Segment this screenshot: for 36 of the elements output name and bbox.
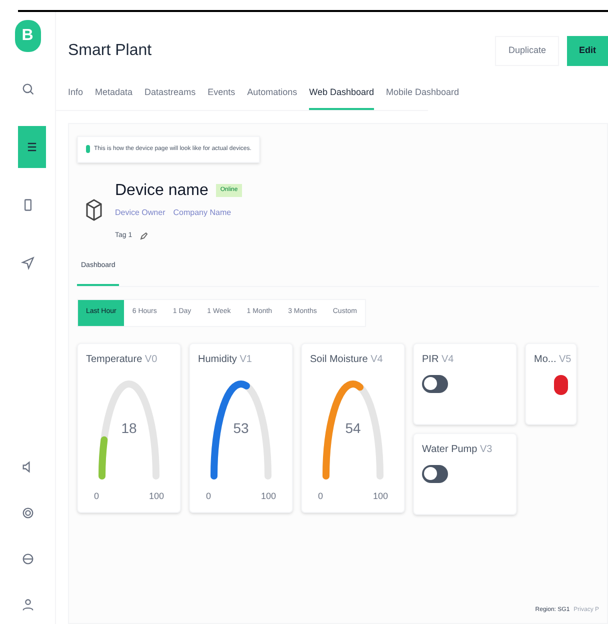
gauge-value: 53 [233,419,249,438]
gauge-value: 54 [345,419,361,438]
tab[interactable]: Web Dashboard [309,86,374,110]
gauge-min: 0 [318,490,324,503]
tab[interactable]: Mobile Dashboard [386,86,460,110]
company-link[interactable]: Company Name [173,206,232,218]
edit-icon[interactable] [140,232,148,240]
user-icon[interactable] [20,598,34,612]
gauge-min: 0 [206,490,212,503]
tab[interactable]: Info [68,86,84,110]
gauge-value: 18 [121,419,137,438]
cube-icon [85,198,103,221]
send-icon[interactable] [20,256,34,270]
device-name: Device name [115,180,208,200]
tab[interactable]: Automations [247,86,298,110]
duplicate-button[interactable]: Duplicate [495,36,559,66]
widget-title: Soil Moisture V4 [310,352,384,366]
edit-button[interactable]: Edit [567,36,608,66]
tab[interactable]: Datastreams [144,86,196,110]
gauge-min: 0 [94,490,100,503]
toggle-switch[interactable] [422,464,448,482]
search-icon[interactable] [20,82,34,96]
widget-title: Humidity V1 [198,352,253,366]
gauge-max: 100 [372,490,388,503]
widget-title: Water Pump V3 [422,442,494,456]
gauge-max: 100 [148,490,164,503]
toggle-switch[interactable] [422,374,448,392]
tab[interactable]: Metadata [95,86,133,110]
sidebar-item[interactable] [18,126,46,168]
page-title: Smart Plant [68,41,152,61]
tab[interactable]: Events [208,86,236,110]
owner-link[interactable]: Device Owner [115,206,166,218]
widget-title: Temperature V0 [86,352,158,366]
widget-title: PIR V4 [422,352,455,366]
list-icon[interactable] [25,140,39,154]
gauge-max: 100 [260,490,276,503]
